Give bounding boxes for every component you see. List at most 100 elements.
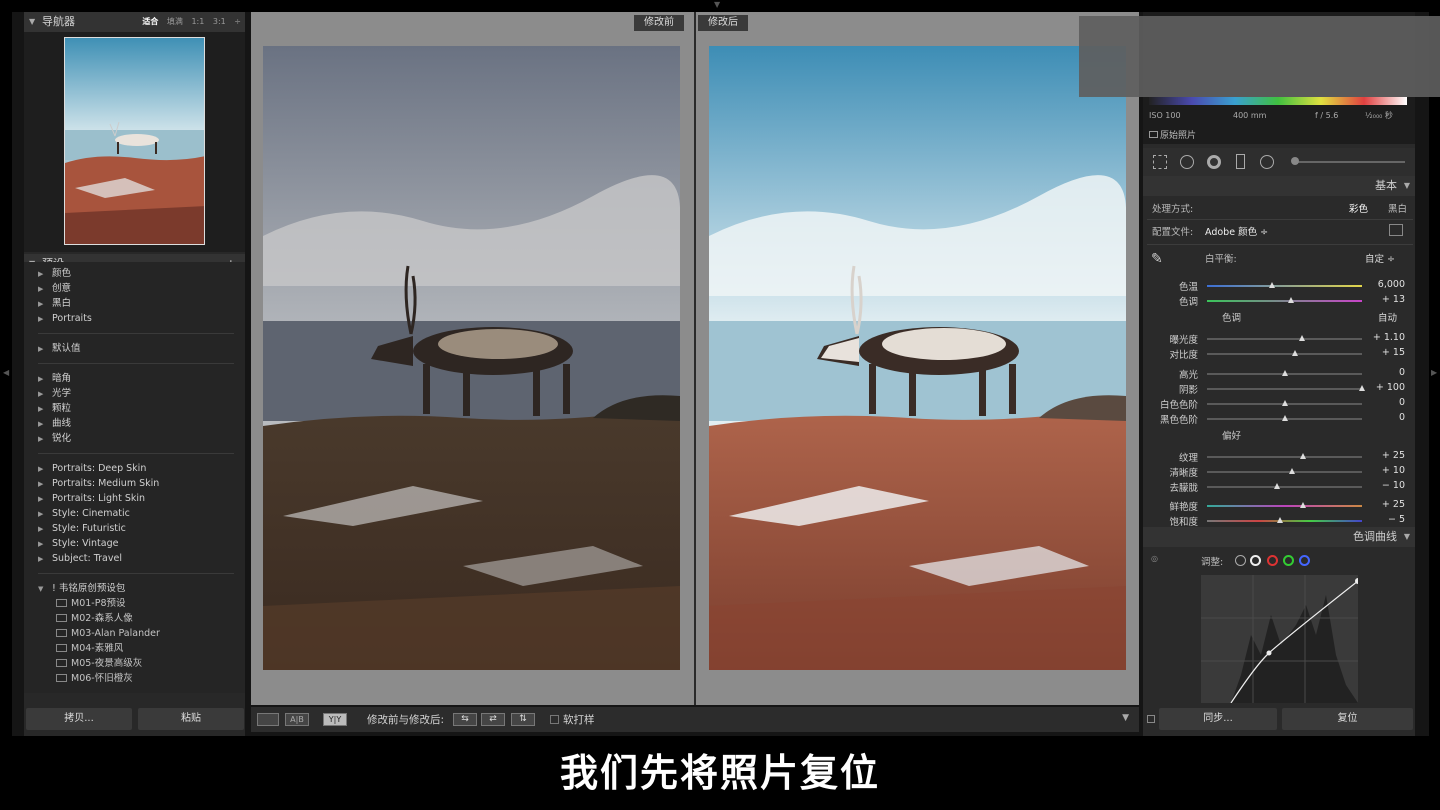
before-photo[interactable] (263, 46, 680, 670)
wb-select[interactable]: 自定 ÷ (1365, 251, 1395, 265)
tone-curve-header[interactable]: 色调曲线 ▼ (1143, 527, 1415, 547)
treatment-bw[interactable]: 黑白 (1388, 201, 1407, 215)
slider-track[interactable] (1207, 297, 1362, 303)
preset-item[interactable]: M06-怀旧橙灰 (56, 672, 133, 686)
eyedropper-icon[interactable]: ✎ (1151, 251, 1175, 271)
slider-thumb[interactable] (1300, 502, 1307, 508)
slider-track[interactable] (1207, 282, 1362, 288)
brush-icon[interactable] (1291, 157, 1299, 165)
slider-value[interactable]: + 100 (1362, 382, 1405, 393)
navigator-header[interactable]: ▼ 导航器 适合 填满 1:1 3:1 ÷ (24, 12, 245, 32)
preset-item[interactable]: M02-森系人像 (56, 612, 133, 626)
sync-button[interactable]: 同步... (1159, 708, 1277, 730)
preset-item[interactable]: M04-素雅风 (56, 642, 123, 656)
slider-value[interactable]: − 10 (1362, 480, 1405, 491)
blue-channel-icon[interactable] (1299, 555, 1310, 566)
spot-removal-icon[interactable] (1180, 155, 1194, 169)
slider-track[interactable] (1207, 350, 1362, 356)
crop-icon[interactable] (1153, 155, 1167, 169)
slider-track[interactable] (1207, 415, 1362, 421)
slider-track[interactable] (1207, 453, 1362, 459)
loupe-view-icon[interactable] (257, 713, 279, 726)
slider-thumb[interactable] (1281, 400, 1288, 406)
sync-toggle-icon[interactable] (1147, 715, 1155, 723)
left-panel-toggle-icon[interactable]: ◀ (3, 368, 9, 377)
basic-header[interactable]: 基本 ▼ (1143, 176, 1415, 196)
treatment-color[interactable]: 彩色 (1349, 201, 1368, 215)
paste-button[interactable]: 粘贴 (138, 708, 244, 730)
target-adjust-icon[interactable]: ◎ (1151, 554, 1158, 563)
preset-group[interactable]: ▶ Portraits: Medium Skin (38, 477, 159, 491)
preset-group-open[interactable]: ▼! 韦铭原创预设包 (38, 582, 125, 596)
collapse-triangle-icon[interactable]: ▼ (1404, 527, 1410, 547)
slider-value[interactable]: 0 (1362, 367, 1405, 378)
zoom-3-1[interactable]: 3:1 (213, 17, 226, 26)
softproof-checkbox[interactable] (550, 715, 559, 724)
slider-track[interactable] (1207, 335, 1362, 341)
preset-group[interactable]: ▶ Portraits: Deep Skin (38, 462, 146, 476)
slider-value[interactable]: 0 (1362, 412, 1405, 423)
slider-value[interactable]: − 5 (1362, 514, 1405, 525)
profile-browser-icon[interactable] (1389, 224, 1403, 236)
green-channel-icon[interactable] (1283, 555, 1294, 566)
red-eye-icon[interactable] (1207, 155, 1221, 169)
original-photo-toggle[interactable]: 原始照片 (1149, 128, 1196, 141)
preset-group[interactable]: ▶ 创意 (38, 282, 71, 296)
preset-group[interactable]: ▶ Style: Cinematic (38, 507, 130, 521)
yy-view-button[interactable]: Y|Y (323, 713, 347, 726)
preset-group[interactable]: ▶ 黑白 (38, 297, 71, 311)
top-panel-toggle-icon[interactable]: ▼ (714, 0, 720, 9)
slider-thumb[interactable] (1287, 297, 1294, 303)
parametric-curve-icon[interactable] (1235, 555, 1246, 566)
slider-value[interactable]: + 15 (1362, 347, 1405, 358)
tone-curve-graph[interactable] (1201, 575, 1358, 703)
zoom-fit[interactable]: 适合 (142, 17, 158, 26)
graduated-filter-icon[interactable] (1236, 154, 1245, 169)
zoom-1-1[interactable]: 1:1 (191, 17, 204, 26)
reset-button[interactable]: 复位 (1282, 708, 1413, 730)
preset-group[interactable]: ▶ 颗粒 (38, 402, 71, 416)
slider-track[interactable] (1207, 400, 1362, 406)
slider-value[interactable]: + 1.10 (1362, 332, 1405, 343)
tone-auto-button[interactable]: 自动 (1378, 310, 1397, 324)
slider-track[interactable] (1207, 370, 1362, 376)
preset-group[interactable]: ▶ 暗角 (38, 372, 71, 386)
zoom-dropdown-icon[interactable]: ÷ (234, 17, 241, 26)
preset-group[interactable]: ▶ 默认值 (38, 342, 81, 356)
preset-item[interactable]: M05-夜景高级灰 (56, 657, 142, 671)
preset-group[interactable]: ▶ Portraits (38, 312, 92, 326)
slider-thumb[interactable] (1276, 517, 1283, 523)
brush-slider[interactable] (1293, 161, 1405, 163)
toolbar-menu-icon[interactable]: ▼ (1122, 713, 1129, 723)
slider-value[interactable]: + 25 (1362, 499, 1405, 510)
radial-filter-icon[interactable] (1260, 155, 1274, 169)
preset-group[interactable]: ▶ 光学 (38, 387, 71, 401)
preset-group[interactable]: ▶ 颜色 (38, 267, 71, 281)
slider-thumb[interactable] (1281, 415, 1288, 421)
slider-thumb[interactable] (1273, 483, 1280, 489)
red-channel-icon[interactable] (1267, 555, 1278, 566)
preset-item[interactable]: M01-P8预设 (56, 597, 126, 611)
slider-value[interactable]: 6,000 (1362, 279, 1405, 290)
slider-track[interactable] (1207, 517, 1362, 523)
slider-value[interactable]: + 13 (1362, 294, 1405, 305)
preset-group[interactable]: ▶ Portraits: Light Skin (38, 492, 145, 506)
preset-item[interactable]: M03-Alan Palander (56, 627, 160, 641)
slider-thumb[interactable] (1300, 453, 1307, 459)
after-photo[interactable] (709, 46, 1126, 670)
zoom-fill[interactable]: 填满 (167, 17, 183, 26)
preset-group[interactable]: ▶ Style: Vintage (38, 537, 118, 551)
ab-view-button[interactable]: A|B (285, 713, 309, 726)
point-curve-white-icon[interactable] (1250, 555, 1261, 566)
slider-value[interactable]: 0 (1362, 397, 1405, 408)
preset-group[interactable]: ▶ Style: Futuristic (38, 522, 126, 536)
copy-button[interactable]: 拷贝... (26, 708, 132, 730)
preset-group[interactable]: ▶ 曲线 (38, 417, 71, 431)
slider-value[interactable]: + 10 (1362, 465, 1405, 476)
slider-thumb[interactable] (1281, 370, 1288, 376)
slider-track[interactable] (1207, 483, 1362, 489)
slider-thumb[interactable] (1298, 335, 1305, 341)
navigator-thumbnail[interactable] (64, 37, 205, 245)
slider-thumb[interactable] (1292, 350, 1299, 356)
preset-group[interactable]: ▶ 锐化 (38, 432, 71, 446)
